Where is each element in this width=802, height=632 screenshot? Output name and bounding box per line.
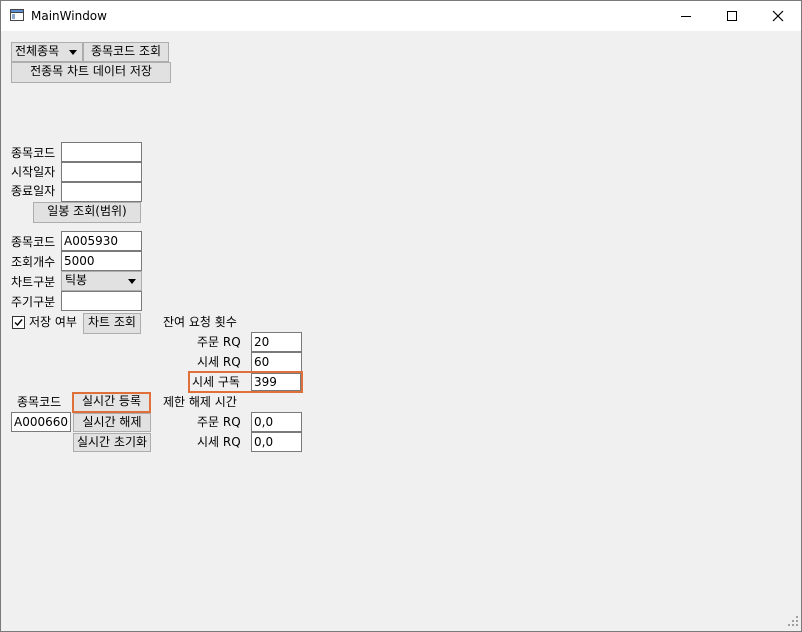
check-icon xyxy=(14,319,23,327)
unlock-header: 제한 해제 시간 xyxy=(163,395,237,409)
range-end-label: 종료일자 xyxy=(11,184,56,198)
minimize-icon xyxy=(681,16,691,17)
remaining-quote-value: 60 xyxy=(251,352,302,372)
main-window: MainWindow 전체종목 종목코드 조회 전종목 차트 데이터 저장 종목… xyxy=(0,0,802,632)
remaining-header: 잔여 요청 횟수 xyxy=(163,315,237,329)
chart-period-input[interactable] xyxy=(61,291,142,311)
save-all-chart-button[interactable]: 전종목 차트 데이터 저장 xyxy=(11,62,171,83)
unlock-quote-label: 시세 RQ xyxy=(197,435,241,449)
remaining-quote-label: 시세 RQ xyxy=(197,355,241,369)
maximize-button[interactable] xyxy=(709,1,755,31)
unlock-order-value: 0,0 xyxy=(251,412,302,432)
code-query-button[interactable]: 종목코드 조회 xyxy=(83,42,169,62)
market-combo[interactable]: 전체종목 xyxy=(11,42,83,62)
save-checkbox-label: 저장 여부 xyxy=(29,315,77,329)
chart-code-input[interactable]: A005930 xyxy=(61,231,142,251)
chart-type-combo[interactable]: 틱봉 xyxy=(61,271,142,291)
chart-type-label: 차트구분 xyxy=(11,275,56,289)
realtime-code-input[interactable]: A000660 xyxy=(11,412,71,432)
range-query-button[interactable]: 일봉 조회(범위) xyxy=(33,202,141,223)
close-icon xyxy=(772,10,784,22)
range-start-label: 시작일자 xyxy=(11,165,56,179)
realtime-code-label: 종목코드 xyxy=(17,395,62,409)
chevron-down-icon xyxy=(128,279,136,284)
range-end-input[interactable] xyxy=(61,182,142,202)
window-title: MainWindow xyxy=(31,9,107,23)
chart-period-label: 주기구분 xyxy=(11,295,56,309)
realtime-register-button[interactable]: 실시간 등록 xyxy=(72,392,151,413)
chart-query-button[interactable]: 차트 조회 xyxy=(83,313,141,334)
maximize-icon xyxy=(727,11,737,21)
chart-code-label: 종목코드 xyxy=(11,235,56,249)
range-start-input[interactable] xyxy=(61,162,142,182)
minimize-button[interactable] xyxy=(663,1,709,31)
remaining-order-label: 주문 RQ xyxy=(197,335,241,349)
chart-type-value: 틱봉 xyxy=(65,273,88,287)
remaining-order-value: 20 xyxy=(251,332,302,352)
app-window-icon xyxy=(10,9,24,21)
unlock-quote-value: 0,0 xyxy=(251,432,302,452)
title-bar[interactable]: MainWindow xyxy=(1,1,801,31)
chart-count-label: 조회개수 xyxy=(11,255,56,269)
chart-count-input[interactable]: 5000 xyxy=(61,251,142,271)
resize-grip-icon[interactable] xyxy=(787,615,799,627)
range-code-input[interactable] xyxy=(61,142,142,162)
range-code-label: 종목코드 xyxy=(11,146,56,160)
close-button[interactable] xyxy=(755,1,801,31)
market-combo-value: 전체종목 xyxy=(15,44,60,58)
realtime-reset-button[interactable]: 실시간 초기화 xyxy=(73,433,151,452)
remaining-subscribe-label: 시세 구독 xyxy=(192,375,240,389)
save-checkbox[interactable] xyxy=(12,316,25,329)
realtime-unregister-button[interactable]: 실시간 해제 xyxy=(73,413,151,432)
chevron-down-icon xyxy=(69,50,77,55)
remaining-subscribe-value: 399 xyxy=(251,373,301,391)
unlock-order-label: 주문 RQ xyxy=(197,415,241,429)
